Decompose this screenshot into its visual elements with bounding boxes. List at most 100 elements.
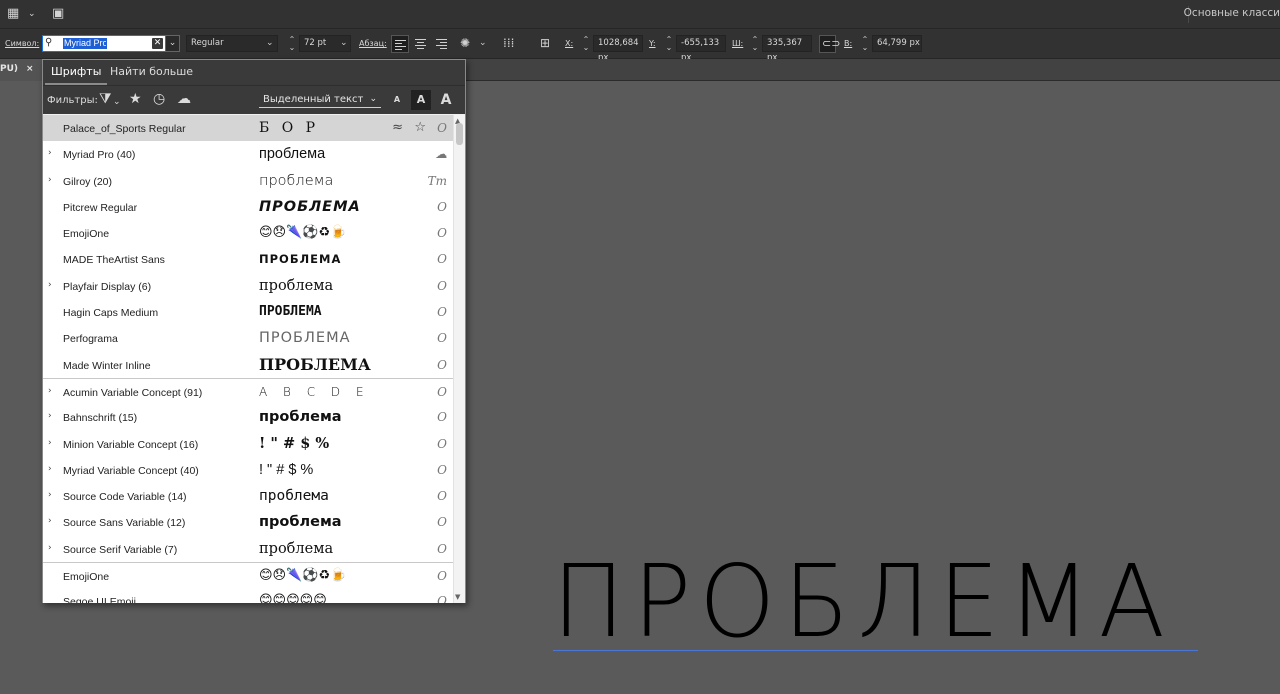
align-objects-icon[interactable]: ⁞⁞⁞ [503,36,514,50]
font-list-item[interactable]: › Source Sans Variable (12) проблема O [43,509,453,535]
chevron-down-icon[interactable]: ⌄ [479,36,487,50]
workspace-switcher[interactable]: Основные класси [1184,7,1280,19]
font-list-item[interactable]: Made Winter Inline ПРОБЛЕМА O [43,352,453,378]
expand-chevron-icon[interactable]: › [48,543,52,553]
font-sample: проблема [259,488,329,505]
h-label: В: [844,39,853,48]
font-list-item[interactable]: › Playfair Display (6) проблема O [43,273,453,299]
font-list-item[interactable]: › Myriad Variable Concept (40) ! " # $ % O [43,457,453,483]
cloud-check-icon[interactable]: ☁ [177,91,191,107]
expand-chevron-icon[interactable]: › [48,438,52,448]
chevron-down-icon[interactable]: ⌄ [266,38,274,48]
chevron-down-icon[interactable]: ⌄ [340,38,348,48]
tab-fonts[interactable]: Шрифты [45,60,108,85]
y-field[interactable]: -655,133 px [676,35,726,63]
font-type-icon: O [437,541,447,556]
font-list-item[interactable]: Pitcrew Regular ПРОБЛЕМА O [43,194,453,220]
align-left-button[interactable] [391,35,409,53]
font-list-item[interactable]: › Source Code Variable (14) проблема O [43,483,453,509]
y-stepper[interactable]: ⌃ ⌄ [664,36,674,52]
font-sample: 😊😞🌂⚽♻🍺 [259,568,347,584]
font-type-icon: O [437,199,447,214]
sample-text-select[interactable]: Выделенный текст ⌄ [259,92,381,108]
font-list-item[interactable]: Perfograma ПРОБЛЕМА O [43,325,453,351]
chevron-down-icon[interactable]: ⌄ [113,94,121,110]
font-sample: проблема [259,409,342,426]
arrange-documents-icon[interactable]: ▦ [7,6,19,22]
font-name: EmojiOne [63,228,110,241]
show-similar-icon[interactable]: ≈ [392,120,403,135]
clear-icon[interactable]: ✕ [152,38,163,49]
x-field[interactable]: 1028,684 px [593,35,643,63]
font-list-item[interactable]: Hagin Caps Medium ПРОБЛЕМА O [43,299,453,325]
font-list-item[interactable]: › Myriad Pro (40) проблема ☁ [43,141,453,167]
font-style-value: Regular [191,38,224,48]
h-stepper[interactable]: ⌃ ⌄ [860,36,870,52]
close-icon[interactable]: × [26,64,34,74]
font-name: Minion Variable Concept (16) [63,438,199,451]
font-list-item[interactable]: Segoe UI Emoji 😊😊😊😊😊 O [43,588,453,603]
share-icon[interactable]: ▣ [52,6,64,22]
font-type-icon: O [437,515,447,530]
recolor-icon[interactable]: ✺ [460,36,470,50]
transform-reference-icon[interactable]: ⊞ [540,36,550,50]
font-list-scrollbar[interactable]: ▲ ▼ [453,115,465,603]
font-name: Acumin Variable Concept (91) [63,386,203,399]
sample-size-large-button[interactable]: A [436,90,456,110]
chevron-down-icon[interactable]: ⌄ [28,6,36,22]
font-list-item[interactable]: EmojiOne 😊😞🌂⚽♻🍺 O [43,220,453,246]
font-list-item[interactable]: Palace_of_Sports Regular Б О Р ≈ ☆ O [43,115,453,142]
font-family-field[interactable]: ⚲ ✕ ⌄ [42,35,180,52]
tab-find-more[interactable]: Найти больше [104,60,199,85]
control-bar: Символ: ⚲ ✕ ⌄ Regular ⌄ ⌃⌄ 72 pt ⌄ Абзац… [0,29,1280,63]
sample-size-medium-button[interactable]: A [411,90,431,110]
scroll-down-icon[interactable]: ▼ [455,593,460,601]
font-type-icon: O [437,331,447,346]
font-list-item[interactable]: › Minion Variable Concept (16) ! " # $ % O [43,431,453,457]
font-list-item[interactable]: › Acumin Variable Concept (91) A B C D E O [43,377,453,404]
expand-chevron-icon[interactable]: › [48,386,52,396]
font-sample: ПРОБЛЕМА [259,252,342,267]
font-picker-panel: Шрифты Найти больше Фильтры: ⧩ ⌄ ★ ◷ ☁ В… [42,59,466,603]
chevron-down-icon[interactable]: ⌄ [165,35,180,52]
x-label: X: [565,39,574,48]
recent-clock-icon[interactable]: ◷ [153,91,165,107]
x-stepper[interactable]: ⌃ ⌄ [581,36,591,52]
font-family-input[interactable] [63,38,107,49]
sample-size-small-button[interactable]: A [387,90,407,110]
filter-icon[interactable]: ⧩ [99,91,112,107]
font-list-item[interactable]: EmojiOne 😊😞🌂⚽♻🍺 O [43,562,453,588]
w-field[interactable]: 335,367 px [762,35,812,63]
font-list-item[interactable]: › Source Serif Variable (7) проблема O [43,536,453,562]
document-tab[interactable]: PU) × [0,59,42,81]
expand-chevron-icon[interactable]: › [48,516,52,526]
align-right-button[interactable] [433,35,451,53]
font-name: Source Serif Variable (7) [63,543,178,556]
expand-chevron-icon[interactable]: › [48,411,52,421]
symbol-label: Символ: [5,39,40,48]
expand-chevron-icon[interactable]: › [48,490,52,500]
h-field[interactable]: 64,799 px [872,35,922,52]
size-stepper[interactable]: ⌃ ⌄ [287,36,297,52]
font-type-icon: O [437,489,447,504]
scroll-thumb[interactable] [456,123,463,145]
expand-chevron-icon[interactable]: › [48,175,52,185]
w-stepper[interactable]: ⌃ ⌄ [750,36,760,52]
font-list: Palace_of_Sports Regular Б О Р ≈ ☆ O › Myriad … [43,115,453,603]
favorites-filter-icon[interactable]: ★ [129,91,142,107]
font-list-item[interactable]: MADE TheArtist Sans ПРОБЛЕМА O [43,246,453,272]
constrain-proportions-button[interactable]: ⊂⊃ [819,35,840,53]
favorite-star-icon[interactable]: ☆ [414,120,426,135]
font-style-select[interactable]: Regular [186,35,278,52]
artboard-text[interactable]: ПРОБЛЕМА [552,552,1179,652]
expand-chevron-icon[interactable]: › [48,464,52,474]
font-type-icon: O [437,357,447,372]
expand-chevron-icon[interactable]: › [48,148,52,158]
font-list-item[interactable]: › Bahnschrift (15) проблема O [43,404,453,430]
font-name: Myriad Pro (40) [63,149,136,162]
font-type-icon: ☁ [435,147,447,162]
align-center-button[interactable] [412,35,430,53]
font-sample: проблема [259,540,334,557]
expand-chevron-icon[interactable]: › [48,280,52,290]
font-list-item[interactable]: › Gilroy (20) проблема Tт [43,168,453,194]
